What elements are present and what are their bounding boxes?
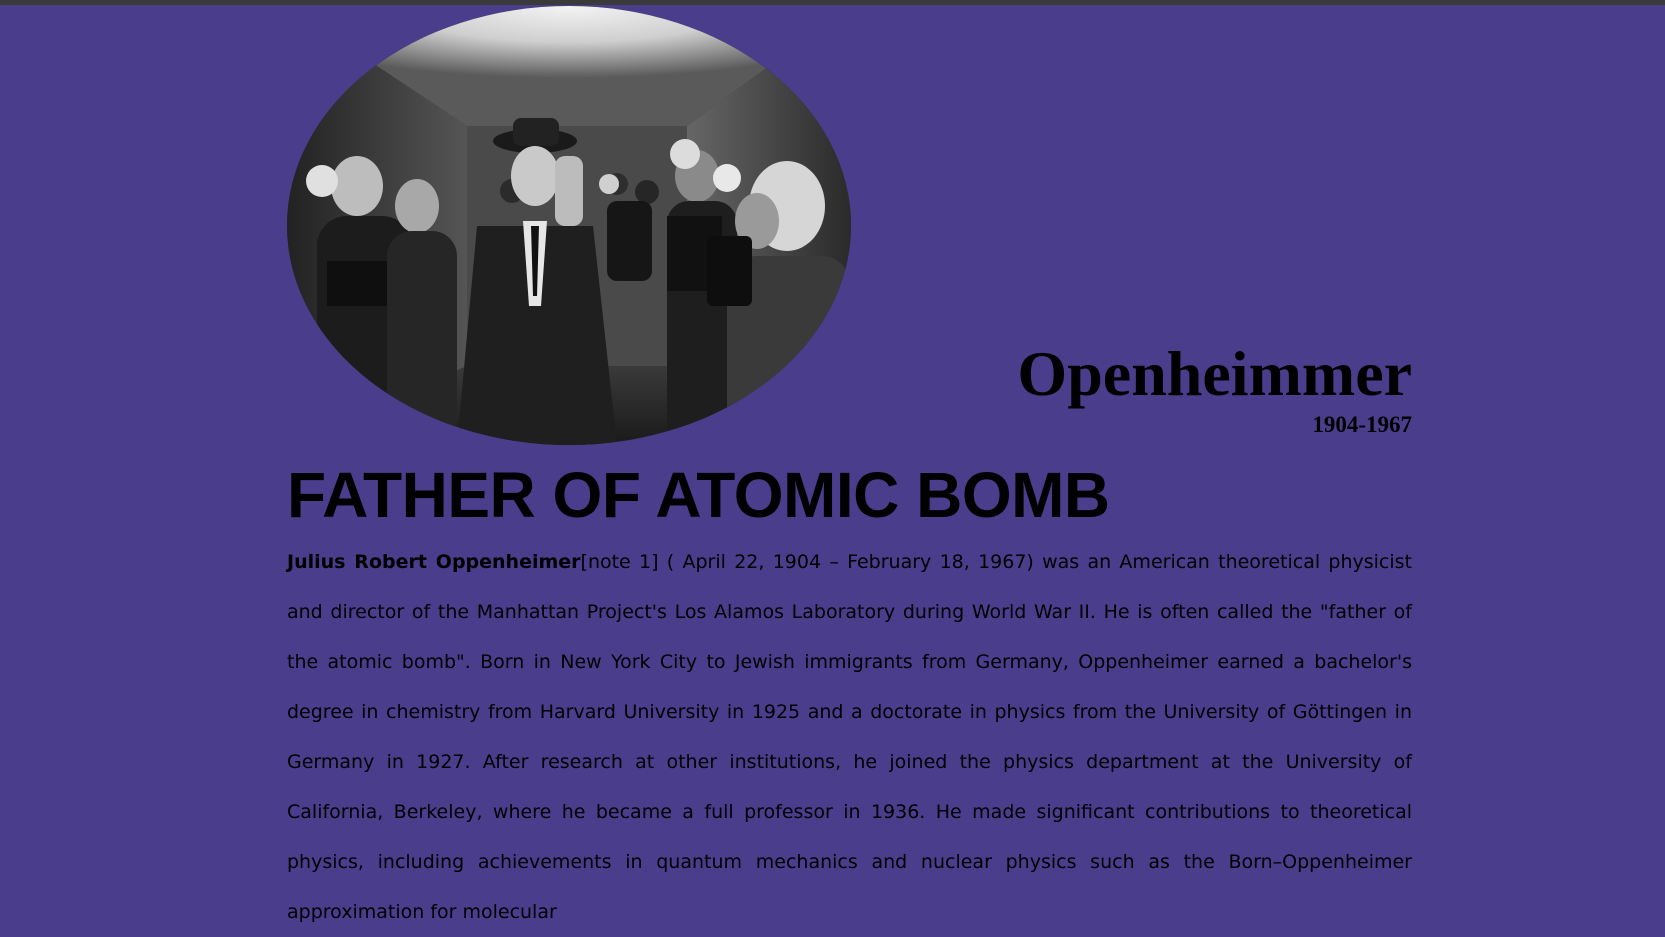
page-title: Openheimmer	[1017, 338, 1412, 409]
oppenheimer-photo	[287, 6, 851, 445]
headline: FATHER OF ATOMIC BOMB	[287, 459, 1110, 531]
title-block: Openheimmer 1904-1967	[1017, 342, 1412, 438]
life-years: 1904-1967	[1312, 412, 1412, 437]
page-content: Openheimmer 1904-1967 FATHER OF ATOMIC B…	[287, 5, 1412, 937]
bio-name: Julius Robert Oppenheimer	[287, 551, 581, 573]
biography-paragraph: Julius Robert Oppenheimer[note 1] ( Apri…	[287, 537, 1412, 937]
bio-text: [note 1] ( April 22, 1904 – February 18,…	[287, 551, 1412, 923]
hero-section: Openheimmer 1904-1967	[287, 5, 1412, 445]
